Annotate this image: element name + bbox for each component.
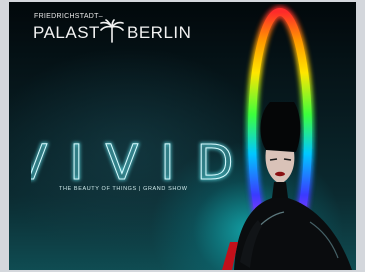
show-title-vivid: VIVID VIVID [31,135,239,191]
brand-berlin: BERLIN [127,23,192,42]
palm-tree-icon [100,19,124,43]
brand-palast: PALAST [33,23,100,42]
show-subtitle: THE BEAUTY OF THINGS | GRAND SHOW [59,186,188,192]
brand-top-line: FRIEDRICHSTADT– [34,13,103,20]
show-poster: FRIEDRICHSTADT– PALAST BERLIN IVID IVID … [9,2,356,270]
image-frame: FRIEDRICHSTADT– PALAST BERLIN IVID IVID … [0,0,365,272]
title-core: VIVID [31,135,239,191]
